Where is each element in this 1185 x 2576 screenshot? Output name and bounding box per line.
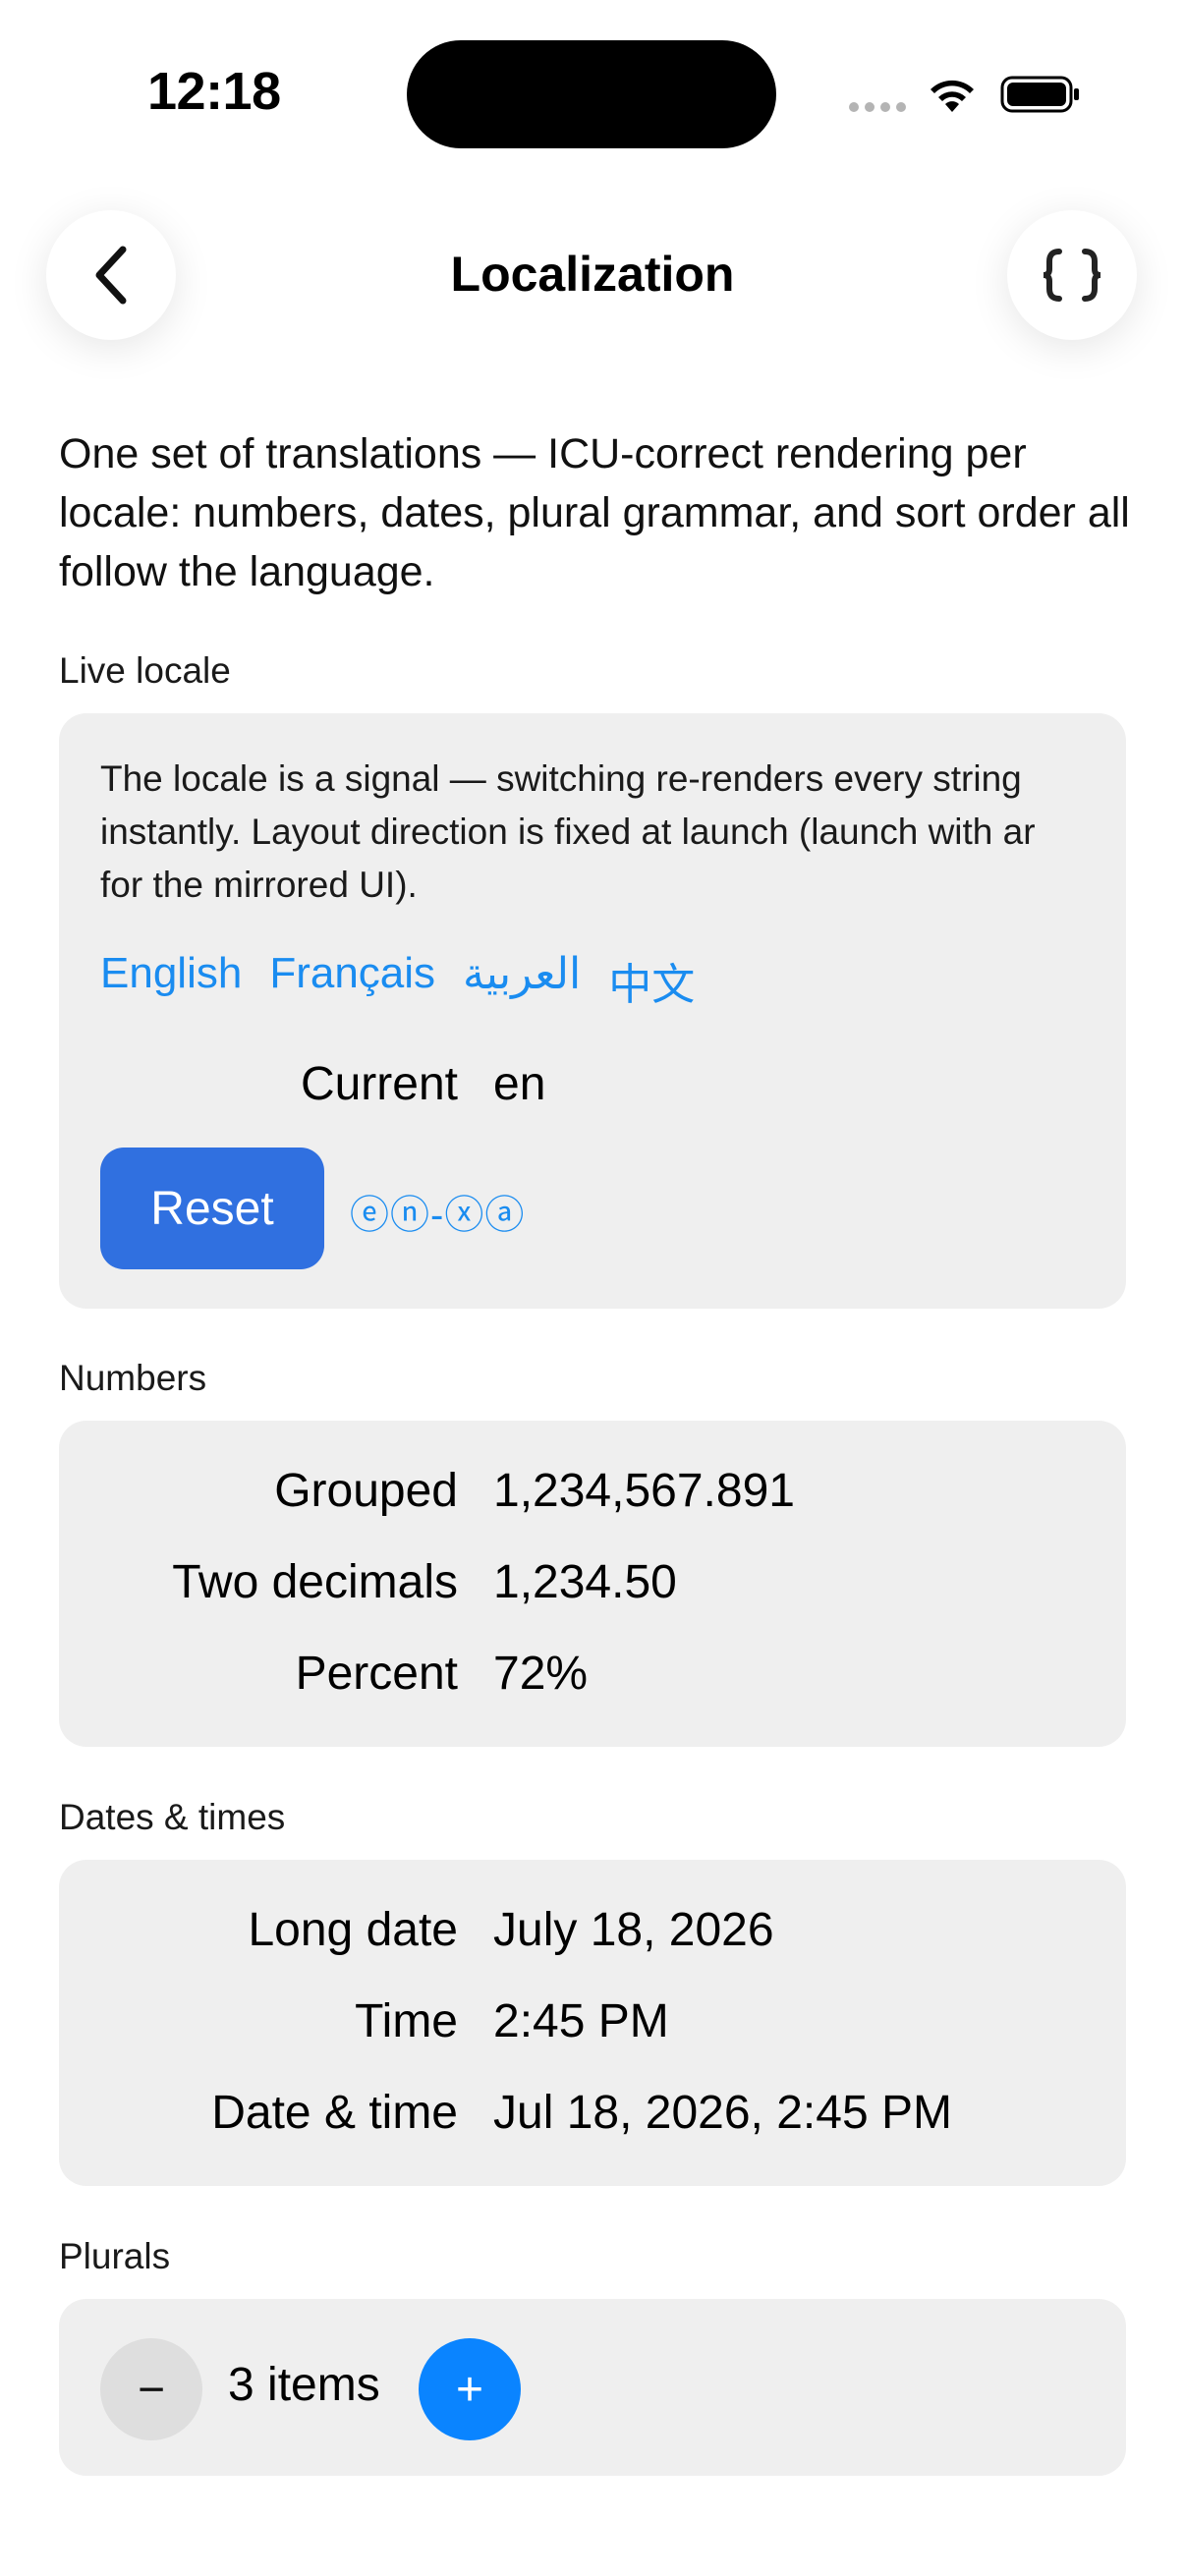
number-row-label: Grouped <box>274 1465 458 1517</box>
number-row: Grouped 1,234,567.891 <box>59 1464 1126 1533</box>
section-label-plurals: Plurals <box>59 2236 171 2276</box>
current-locale-label: Current <box>300 1058 458 1110</box>
number-row: Two decimals 1,234.50 <box>59 1555 1126 1624</box>
section-label-dates: Dates & times <box>59 1797 286 1837</box>
live-locale-card: The locale is a signal — switching re-re… <box>59 713 1126 1309</box>
language-option-french[interactable]: Français <box>269 949 435 1012</box>
date-row-label: Time <box>355 1995 458 2047</box>
number-row-label: Two decimals <box>172 1556 458 1608</box>
decrement-button[interactable]: − <box>100 2338 202 2440</box>
language-option-english[interactable]: English <box>100 949 242 1012</box>
number-row-value: 1,234.50 <box>493 1556 677 1608</box>
number-row-value: 72% <box>493 1648 589 1700</box>
date-row-value: July 18, 2026 <box>493 1904 774 1956</box>
curly-braces-icon <box>1043 249 1101 302</box>
date-row-value: Jul 18, 2026, 2:45 PM <box>493 2087 952 2139</box>
status-bar: 12:18 <box>0 0 1185 187</box>
date-row-label: Long date <box>248 1904 458 1956</box>
locale-description: The locale is a signal — switching re-re… <box>100 758 1036 905</box>
date-row: Time 2:45 PM <box>59 1994 1126 2063</box>
dynamic-island <box>407 40 776 148</box>
reset-button[interactable]: Reset <box>100 1148 324 1269</box>
date-row-label: Date & time <box>211 2087 458 2139</box>
language-option-chinese[interactable]: 中文 <box>608 949 695 1012</box>
current-locale-row: Current en <box>59 1057 1126 1126</box>
status-time: 12:18 <box>147 62 281 121</box>
plural-count-text: 3 items <box>228 2359 380 2411</box>
intro-text: One set of translations — ICU-correct re… <box>59 430 1130 595</box>
dates-card: Long date July 18, 2026 Time 2:45 PM Dat… <box>59 1860 1126 2186</box>
increment-button[interactable]: + <box>419 2338 521 2440</box>
source-code-button[interactable] <box>1007 210 1137 340</box>
date-row: Date & time Jul 18, 2026, 2:45 PM <box>59 2086 1126 2155</box>
number-row-label: Percent <box>295 1648 458 1700</box>
date-row-value: 2:45 PM <box>493 1995 669 2047</box>
number-row-value: 1,234,567.891 <box>493 1465 795 1517</box>
current-locale-value: en <box>493 1058 546 1110</box>
battery-icon <box>1000 76 1079 113</box>
cellular-signal-icon <box>849 102 906 112</box>
section-label-live-locale: Live locale <box>59 650 231 691</box>
language-picker: English Français العربية 中文 <box>100 949 695 1012</box>
pseudo-locale-link[interactable]: ⓔⓝ-ⓧⓐ <box>350 1183 525 1240</box>
date-row: Long date July 18, 2026 <box>59 1903 1126 1972</box>
wifi-icon <box>931 80 974 112</box>
number-row: Percent 72% <box>59 1647 1126 1715</box>
plurals-card: − 3 items + <box>59 2299 1126 2476</box>
numbers-card: Grouped 1,234,567.891 Two decimals 1,234… <box>59 1421 1126 1747</box>
language-option-arabic[interactable]: العربية <box>463 949 581 1012</box>
section-label-numbers: Numbers <box>59 1358 207 1398</box>
